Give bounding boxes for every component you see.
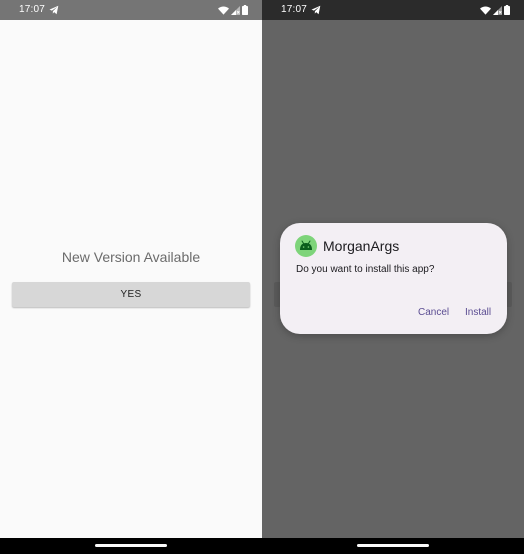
cancel-button[interactable]: Cancel	[416, 305, 451, 320]
app-screen: 17:07 New Version Available YES	[0, 0, 262, 554]
installer-screen: 17:07 MorganArgs Do you want to install …	[262, 0, 524, 554]
home-gesture-handle[interactable]	[357, 544, 429, 547]
dialog-message: Do you want to install this app?	[296, 264, 435, 275]
navigation-bar	[0, 538, 262, 554]
signal-icon	[493, 5, 502, 15]
yes-button[interactable]: YES	[12, 282, 250, 307]
status-time: 17:07	[19, 4, 46, 15]
status-icons	[218, 4, 248, 16]
app-icon	[295, 235, 317, 257]
signal-icon	[231, 5, 240, 15]
status-bar: 17:07	[262, 0, 524, 20]
wifi-icon	[480, 6, 491, 15]
android-icon	[300, 240, 312, 250]
page-title: New Version Available	[61, 249, 201, 265]
send-icon	[49, 5, 59, 15]
battery-icon	[242, 5, 248, 15]
install-button[interactable]: Install	[463, 305, 493, 320]
status-time: 17:07	[281, 4, 308, 15]
app-name: MorganArgs	[323, 238, 400, 254]
wifi-icon	[218, 6, 229, 15]
battery-icon	[504, 5, 510, 15]
send-icon	[311, 5, 321, 15]
status-bar: 17:07	[0, 0, 262, 20]
home-gesture-handle[interactable]	[95, 544, 167, 547]
status-icons	[480, 4, 510, 16]
navigation-bar	[262, 538, 524, 554]
install-dialog: MorganArgs Do you want to install this a…	[280, 223, 507, 334]
